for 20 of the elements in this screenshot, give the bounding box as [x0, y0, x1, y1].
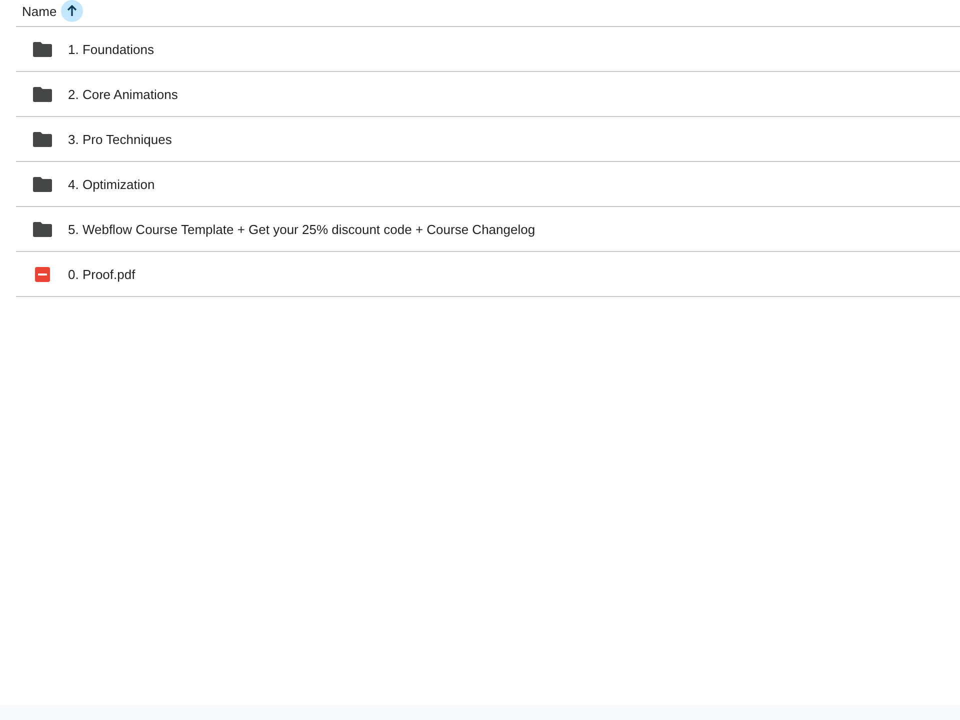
- folder-icon: [32, 176, 52, 192]
- file-row[interactable]: 2. Core Animations: [16, 72, 960, 117]
- file-name: 3. Pro Techniques: [68, 132, 172, 146]
- file-row[interactable]: 5. Webflow Course Template + Get your 25% discount code + Course Changelog: [16, 207, 960, 252]
- file-row[interactable]: 0. Proof.pdf: [16, 252, 960, 297]
- folder-icon: [32, 222, 52, 236]
- folder-icon: [32, 42, 52, 56]
- folder-icon: [32, 132, 52, 146]
- file-row[interactable]: 4. Optimization: [16, 162, 960, 207]
- folder-icon: [32, 86, 52, 102]
- file-row[interactable]: 1. Foundations: [16, 27, 960, 72]
- file-name: 0. Proof.pdf: [68, 266, 136, 282]
- name-column-header: Name: [22, 4, 57, 18]
- pdf-file-icon: [34, 266, 50, 282]
- file-name: 5. Webflow Course Template + Get your 25% discount code + Course Changelog: [68, 222, 536, 236]
- file-name: 4. Optimization: [68, 176, 155, 192]
- file-name: 1. Foundations: [68, 42, 154, 56]
- sort-button[interactable]: [60, 0, 83, 22]
- file-row[interactable]: 3. Pro Techniques: [16, 117, 960, 162]
- file-name: 2. Core Animations: [68, 86, 178, 102]
